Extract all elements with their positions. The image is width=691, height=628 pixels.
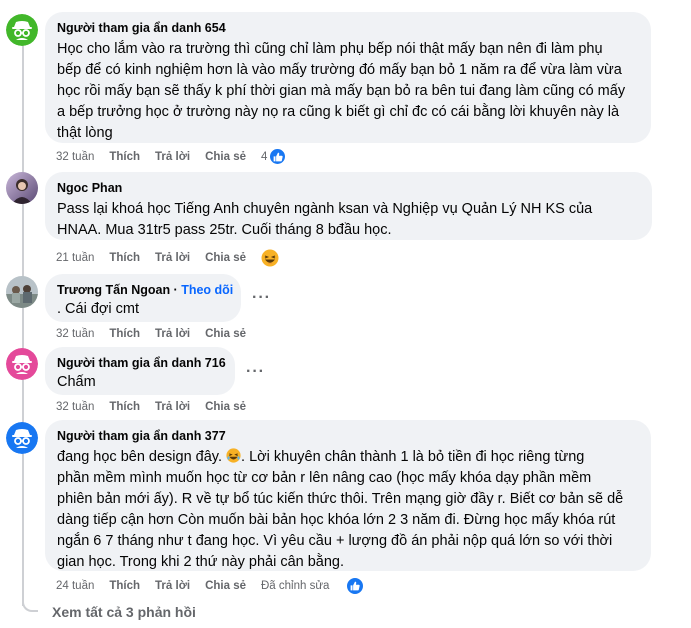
reply-button[interactable]: Trả lời — [155, 150, 190, 164]
anonymous-icon — [6, 422, 38, 454]
comment-bubble: Người tham gia ẩn danh 716 Chấm — [45, 347, 235, 395]
reply-button[interactable]: Trả lời — [155, 327, 190, 341]
like-button[interactable]: Thích — [109, 150, 140, 164]
comment-time[interactable]: 32 tuần — [56, 327, 94, 341]
comment-actions: 32 tuần Thích Trả lời Chia sẻ — [56, 327, 261, 341]
anonymous-avatar[interactable] — [6, 422, 38, 454]
more-options-icon[interactable]: ··· — [246, 364, 265, 380]
reaction-summary[interactable] — [344, 577, 379, 595]
reply-button[interactable]: Trả lời — [155, 251, 190, 265]
share-button[interactable]: Chia sẻ — [205, 327, 246, 341]
comment-author: Trương Tấn Ngoan · Theo dõi — [57, 283, 234, 297]
reply-button[interactable]: Trả lời — [155, 400, 190, 414]
reaction-summary[interactable]: 4 — [261, 148, 301, 165]
thread-connector — [22, 594, 38, 612]
comment-time[interactable]: 21 tuần — [56, 251, 94, 265]
anonymous-avatar[interactable] — [6, 348, 38, 380]
anonymous-icon — [6, 348, 38, 380]
share-button[interactable]: Chia sẻ — [205, 150, 246, 164]
comment-bubble: Ngoc Phan Pass lại khoá học Tiếng Anh ch… — [45, 172, 652, 240]
comment-time[interactable]: 32 tuần — [56, 150, 94, 164]
like-button[interactable]: Thích — [109, 327, 140, 341]
like-button[interactable]: Thích — [109, 579, 140, 593]
laughing-emoji-icon — [226, 448, 241, 463]
haha-icon — [261, 249, 279, 267]
like-icon — [269, 148, 287, 165]
comment-bubble: Người tham gia ẩn danh 377 đang học bên … — [45, 420, 651, 571]
view-all-replies-link[interactable]: Xem tất cả 3 phản hồi — [52, 604, 196, 620]
avatar[interactable] — [6, 276, 38, 308]
comment-author[interactable]: Người tham gia ẩn danh 654 — [57, 20, 639, 36]
share-button[interactable]: Chia sẻ — [205, 400, 246, 414]
comment-text: . Cái đợi cmt — [57, 301, 140, 317]
comment-text: đang học bên design đây. . Lời khuyên ch… — [57, 448, 624, 570]
comment-time[interactable]: 24 tuần — [56, 579, 94, 593]
anonymous-avatar[interactable] — [6, 14, 38, 46]
comment-time[interactable]: 32 tuần — [56, 400, 94, 414]
thread-line — [22, 40, 24, 606]
comment-bubble: Người tham gia ẩn danh 654 Học cho lắm v… — [45, 12, 651, 143]
share-button[interactable]: Chia sẻ — [205, 579, 246, 593]
share-button[interactable]: Chia sẻ — [205, 251, 246, 265]
follow-button[interactable]: Theo dõi — [181, 283, 233, 297]
reaction-summary[interactable] — [261, 249, 279, 267]
comment-author[interactable]: Người tham gia ẩn danh 716 — [57, 355, 226, 371]
edited-label[interactable]: Đã chỉnh sửa — [261, 579, 329, 593]
anonymous-icon — [6, 14, 38, 46]
comment-text: Chấm — [57, 374, 96, 390]
profile-photo — [6, 172, 38, 204]
like-button[interactable]: Thích — [109, 400, 140, 414]
comment-author[interactable]: Người tham gia ẩn danh 377 — [57, 428, 639, 444]
more-options-icon[interactable]: ··· — [252, 290, 271, 306]
comment-author[interactable]: Ngoc Phan — [57, 180, 640, 196]
profile-photo — [6, 276, 38, 308]
reply-button[interactable]: Trả lời — [155, 579, 190, 593]
avatar[interactable] — [6, 172, 38, 204]
comment-actions: 24 tuần Thích Trả lời Chia sẻ Đã chỉnh s… — [56, 577, 379, 595]
like-button[interactable]: Thích — [109, 251, 140, 265]
comment-actions: 32 tuần Thích Trả lời Chia sẻ — [56, 400, 261, 414]
comment-actions: 21 tuần Thích Trả lời Chia sẻ — [56, 249, 279, 267]
reaction-count: 4 — [261, 150, 268, 163]
comment-actions: 32 tuần Thích Trả lời Chia sẻ 4 — [56, 148, 301, 165]
comment-text: Học cho lắm vào ra trường thì cũng chỉ l… — [57, 41, 626, 141]
like-icon — [346, 577, 365, 595]
comment-text: Pass lại khoá học Tiếng Anh chuyên ngành… — [57, 201, 593, 238]
comment-bubble: Trương Tấn Ngoan · Theo dõi . Cái đợi cm… — [45, 274, 241, 322]
